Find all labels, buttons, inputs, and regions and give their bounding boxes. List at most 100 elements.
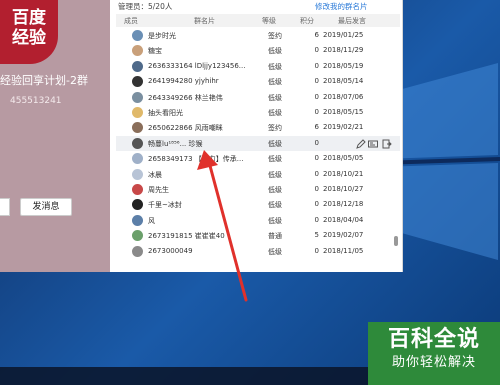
member-name: 冰晨 [148,170,162,179]
member-level: 签约 [268,124,282,133]
member-points: 0 [314,138,319,147]
edit-icon[interactable] [356,139,366,149]
group-profile-panel: 百度 经验 经验回享计划-2群 455513241 发消息 [0,0,110,272]
member-row[interactable]: 2658349173 【聚力】传承... 低级 0 2018/05/05 [116,151,400,166]
member-row[interactable]: 周先生 低级 0 2018/10/27 [116,182,400,197]
member-avatar[interactable] [132,184,143,195]
member-name: 2658349173 【聚力】传承... [148,155,244,164]
member-row[interactable]: 畅蔓lu¹⁸⁵⁶... 珍猴 低级 0 [116,135,400,151]
member-level: 低级 [268,78,282,87]
header-points[interactable]: 积分 [300,16,314,26]
header-last-speak[interactable]: 最后发言 [338,16,366,26]
member-level: 低级 [268,155,282,164]
member-avatar[interactable] [132,60,143,72]
member-avatar[interactable] [132,199,143,211]
member-name: 2673191815 崔崔崔40 [148,232,225,241]
member-avatar[interactable] [132,122,143,134]
card-icon[interactable] [368,139,378,149]
partial-button[interactable] [0,198,10,216]
member-points: 0 [314,215,319,224]
member-last-speak: 2018/07/06 [323,92,364,101]
member-row[interactable]: 2650622866 风雨嘲眯 签约 6 2019/02/21 [116,120,400,135]
group-avatar: 百度 经验 [0,0,58,64]
member-avatar[interactable] [132,168,143,180]
member-row[interactable]: 糖宝 低级 0 2018/11/29 [116,43,400,58]
member-points: 0 [314,154,319,163]
transfer-icon[interactable] [382,139,392,149]
member-avatar[interactable] [132,76,143,88]
member-name: 千里~冰封 [148,201,182,210]
member-level: 低级 [268,247,282,256]
group-id: 455513241 [10,96,62,106]
member-points: 6 [314,123,319,132]
member-last-speak: 2018/12/18 [323,200,364,209]
member-level: 低级 [268,109,282,117]
member-level: 低级 [268,186,282,194]
scrollbar[interactable] [394,236,398,246]
admin-bar: 管理员：5/20人 修改我的群名片 [110,0,403,12]
member-list-panel: 管理员：5/20人 修改我的群名片 成员 群名片 等级 积分 最后发言 是步时光… [110,0,403,272]
member-last-speak: 2019/01/25 [323,31,364,39]
member-row[interactable]: 2636333164 lDljjy123456... 低级 0 2018/05/19 [116,59,400,74]
member-last-speak: 2018/05/05 [323,154,364,163]
watermark-title: 百科全说 [387,327,480,352]
member-row[interactable]: 2641994280 yjyhihr 低级 0 2018/05/14 [116,74,400,89]
admin-count: 管理员：5/20人 [118,2,173,11]
member-points: 0 [314,92,319,101]
member-name: 糖宝 [148,47,162,56]
member-avatar[interactable] [132,214,143,226]
member-name: 风 [148,216,155,225]
header-level[interactable]: 等级 [262,16,276,26]
member-row[interactable]: 抽头看阳光 低级 0 2018/05/15 [116,105,400,120]
row-actions [326,139,392,149]
member-avatar[interactable] [132,137,143,149]
member-last-speak: 2018/10/27 [323,185,364,193]
member-avatar[interactable] [132,245,143,257]
member-points: 0 [314,246,319,255]
member-row[interactable]: 风 低级 0 2018/04/04 [116,213,400,228]
member-avatar[interactable] [132,45,143,57]
member-row[interactable]: 2643349266 林兰艳伟 低级 0 2018/07/06 [116,90,400,105]
group-name: 经验回享计划-2群 [0,74,88,87]
member-points: 0 [314,46,319,55]
member-avatar[interactable] [132,230,143,242]
member-last-speak: 2018/04/04 [323,215,364,224]
member-name: 抽头看阳光 [148,109,183,117]
member-name: 是步时光 [148,32,176,40]
member-level: 低级 [268,216,282,225]
member-level: 低级 [268,93,282,102]
member-level: 低级 [268,62,282,71]
member-row[interactable]: 2673191815 崔崔崔40 普通 5 2019/02/07 [116,228,400,243]
member-points: 0 [314,169,319,178]
send-message-button[interactable]: 发消息 [20,198,72,216]
member-name: 2643349266 林兰艳伟 [148,93,223,102]
header-member[interactable]: 成员 [124,16,138,26]
member-name: 2650622866 风雨嘲眯 [148,124,223,133]
member-points: 0 [314,200,319,209]
member-name: 2673000049 [148,246,193,255]
edit-card-link[interactable]: 修改我的群名片 [315,1,368,12]
member-points: 0 [314,77,319,86]
member-row[interactable]: 千里~冰封 低级 0 2018/12/18 [116,197,400,212]
member-level: 签约 [268,32,282,40]
member-level: 低级 [268,47,282,56]
member-avatar[interactable] [132,91,143,103]
member-last-speak: 2018/05/14 [323,77,364,86]
member-level: 低级 [268,170,282,179]
member-avatar[interactable] [132,153,143,165]
member-row[interactable]: 2673000049 低级 0 2018/11/05 [116,244,400,259]
member-points: 0 [314,185,319,193]
header-card[interactable]: 群名片 [194,16,215,26]
member-last-speak: 2019/02/21 [323,123,364,132]
member-avatar[interactable] [132,107,143,118]
member-avatar[interactable] [132,30,143,41]
member-name: 2636333164 lDljjy123456... [148,61,246,70]
member-last-speak: 2018/10/21 [323,169,364,178]
member-row[interactable]: 是步时光 签约 6 2019/01/25 [116,28,400,43]
member-name: 周先生 [148,186,169,194]
member-points: 0 [314,108,319,116]
member-row[interactable]: 冰晨 低级 0 2018/10/21 [116,167,400,182]
member-last-speak: 2018/05/19 [323,61,364,70]
member-last-speak: 2018/05/15 [323,108,364,116]
member-name: 畅蔓lu¹⁸⁵⁶... 珍猴 [148,139,203,148]
